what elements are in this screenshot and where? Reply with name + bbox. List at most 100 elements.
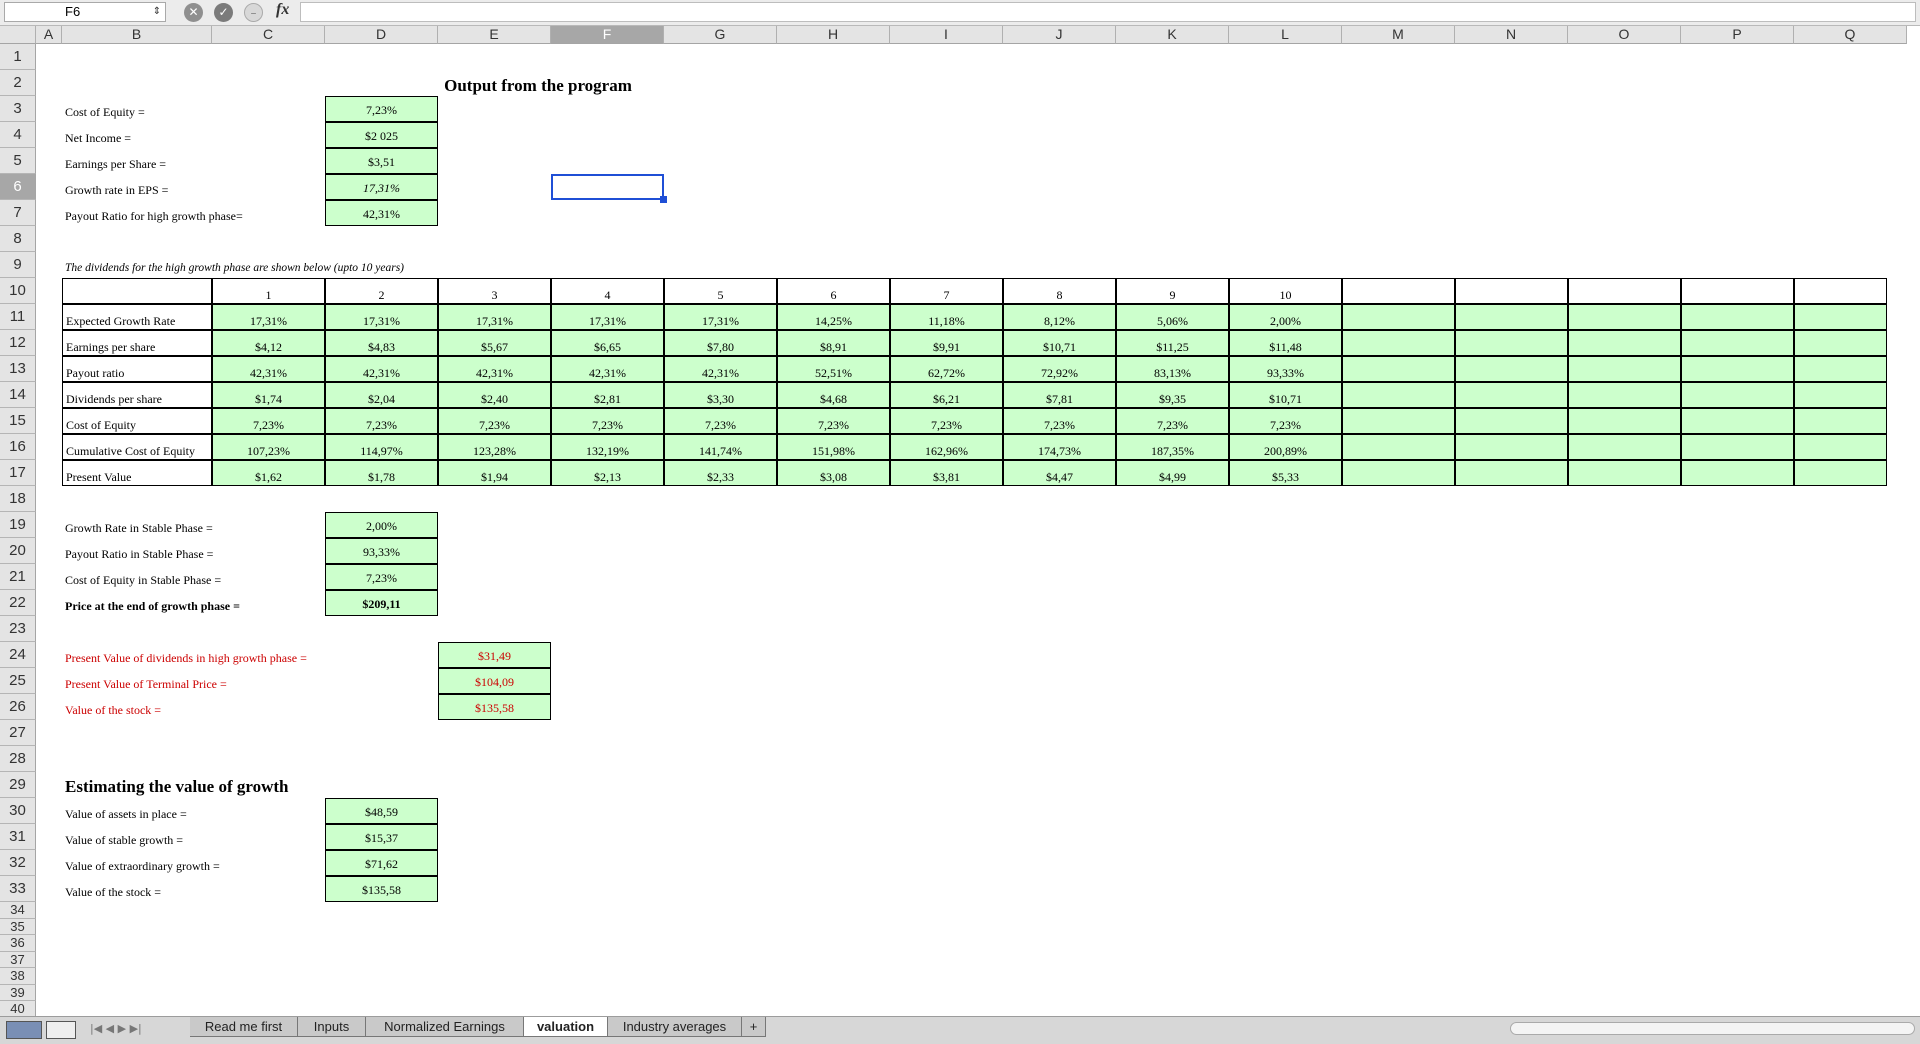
row-header-28[interactable]: 28 — [0, 746, 36, 772]
empty-green-cell[interactable] — [1794, 382, 1887, 408]
row-header-37[interactable]: 37 — [0, 951, 36, 968]
empty-green-cell[interactable] — [1342, 356, 1455, 382]
empty-green-cell[interactable] — [1794, 434, 1887, 460]
column-header-m[interactable]: M — [1342, 26, 1455, 44]
table-value-cell[interactable]: $7,81 — [1003, 382, 1116, 408]
row-header-38[interactable]: 38 — [0, 968, 36, 985]
empty-green-cell[interactable] — [1681, 460, 1794, 486]
row-header-34[interactable]: 34 — [0, 902, 36, 919]
table-value-cell[interactable]: 7,23% — [890, 408, 1003, 434]
empty-green-cell[interactable] — [1794, 304, 1887, 330]
table-value-cell[interactable]: 2,00% — [1229, 304, 1342, 330]
empty-green-cell[interactable] — [1455, 408, 1568, 434]
table-value-cell[interactable]: 7,23% — [325, 408, 438, 434]
column-header-d[interactable]: D — [325, 26, 438, 44]
row-header-14[interactable]: 14 — [0, 382, 36, 408]
table-value-cell[interactable]: 17,31% — [212, 304, 325, 330]
empty-green-cell[interactable] — [1455, 304, 1568, 330]
table-value-cell[interactable]: $2,81 — [551, 382, 664, 408]
table-value-cell[interactable]: $3,81 — [890, 460, 1003, 486]
sheet-tab-valuation[interactable]: valuation — [524, 1017, 608, 1037]
column-header-e[interactable]: E — [438, 26, 551, 44]
row-header-25[interactable]: 25 — [0, 668, 36, 694]
empty-green-cell[interactable] — [1681, 330, 1794, 356]
table-value-cell[interactable]: $4,12 — [212, 330, 325, 356]
stable-value-cell[interactable]: 93,33% — [325, 538, 438, 564]
empty-green-cell[interactable] — [1794, 356, 1887, 382]
table-value-cell[interactable]: $10,71 — [1229, 382, 1342, 408]
add-sheet-button[interactable]: + — [742, 1017, 766, 1037]
table-value-cell[interactable]: $4,99 — [1116, 460, 1229, 486]
table-value-cell[interactable]: $1,78 — [325, 460, 438, 486]
table-value-cell[interactable]: 7,23% — [1116, 408, 1229, 434]
row-header-23[interactable]: 23 — [0, 616, 36, 642]
table-value-cell[interactable]: $9,91 — [890, 330, 1003, 356]
empty-header-cell[interactable] — [1794, 278, 1887, 304]
table-value-cell[interactable]: $4,68 — [777, 382, 890, 408]
sheet-tab-read-me-first[interactable]: Read me first — [190, 1017, 298, 1037]
row-header-7[interactable]: 7 — [0, 200, 36, 226]
empty-green-cell[interactable] — [1568, 330, 1681, 356]
table-value-cell[interactable]: 7,23% — [1229, 408, 1342, 434]
row-header-27[interactable]: 27 — [0, 720, 36, 746]
row-header-17[interactable]: 17 — [0, 460, 36, 486]
empty-green-cell[interactable] — [1342, 434, 1455, 460]
formula-input[interactable] — [300, 2, 1916, 22]
table-value-cell[interactable]: $1,74 — [212, 382, 325, 408]
column-header-f[interactable]: F — [551, 26, 664, 44]
table-value-cell[interactable]: 42,31% — [664, 356, 777, 382]
row-header-22[interactable]: 22 — [0, 590, 36, 616]
table-value-cell[interactable]: 42,31% — [212, 356, 325, 382]
table-value-cell[interactable]: $1,62 — [212, 460, 325, 486]
table-value-cell[interactable]: 162,96% — [890, 434, 1003, 460]
row-header-30[interactable]: 30 — [0, 798, 36, 824]
row-header-8[interactable]: 8 — [0, 226, 36, 252]
row-header-11[interactable]: 11 — [0, 304, 36, 330]
column-header-l[interactable]: L — [1229, 26, 1342, 44]
row-header-16[interactable]: 16 — [0, 434, 36, 460]
input-value-cell[interactable]: $3,51 — [325, 148, 438, 174]
column-header-i[interactable]: I — [890, 26, 1003, 44]
empty-green-cell[interactable] — [1568, 382, 1681, 408]
row-header-19[interactable]: 19 — [0, 512, 36, 538]
table-value-cell[interactable]: 7,23% — [777, 408, 890, 434]
table-value-cell[interactable]: $4,83 — [325, 330, 438, 356]
table-value-cell[interactable]: 7,23% — [212, 408, 325, 434]
function-circle-icon[interactable]: – — [244, 3, 263, 22]
empty-green-cell[interactable] — [1794, 460, 1887, 486]
table-value-cell[interactable]: 7,23% — [664, 408, 777, 434]
name-box-arrows-icon[interactable]: ⇕ — [150, 4, 164, 20]
row-header-5[interactable]: 5 — [0, 148, 36, 174]
row-header-33[interactable]: 33 — [0, 876, 36, 902]
empty-header-cell[interactable] — [1568, 278, 1681, 304]
valuation-value-cell[interactable]: $104,09 — [438, 668, 551, 694]
fill-handle[interactable] — [660, 196, 667, 203]
column-header-a[interactable]: A — [36, 26, 62, 44]
horizontal-scrollbar[interactable] — [1510, 1022, 1915, 1035]
table-value-cell[interactable]: 11,18% — [890, 304, 1003, 330]
empty-green-cell[interactable] — [1568, 408, 1681, 434]
table-value-cell[interactable]: $11,48 — [1229, 330, 1342, 356]
stable-value-cell[interactable]: 2,00% — [325, 512, 438, 538]
table-value-cell[interactable]: $6,21 — [890, 382, 1003, 408]
table-value-cell[interactable]: $2,40 — [438, 382, 551, 408]
row-header-9[interactable]: 9 — [0, 252, 36, 278]
table-value-cell[interactable]: 5,06% — [1116, 304, 1229, 330]
table-value-cell[interactable]: $10,71 — [1003, 330, 1116, 356]
empty-green-cell[interactable] — [1455, 434, 1568, 460]
table-value-cell[interactable]: 200,89% — [1229, 434, 1342, 460]
row-header-29[interactable]: 29 — [0, 772, 36, 798]
growth-value-cell[interactable]: $135,58 — [325, 876, 438, 902]
table-value-cell[interactable]: 17,31% — [551, 304, 664, 330]
empty-green-cell[interactable] — [1568, 356, 1681, 382]
table-value-cell[interactable]: 7,23% — [438, 408, 551, 434]
table-value-cell[interactable]: 72,92% — [1003, 356, 1116, 382]
row-header-6[interactable]: 6 — [0, 174, 36, 200]
empty-green-cell[interactable] — [1342, 304, 1455, 330]
table-value-cell[interactable]: $4,47 — [1003, 460, 1116, 486]
row-header-2[interactable]: 2 — [0, 70, 36, 96]
table-value-cell[interactable]: 151,98% — [777, 434, 890, 460]
table-value-cell[interactable]: $2,04 — [325, 382, 438, 408]
empty-green-cell[interactable] — [1794, 330, 1887, 356]
name-box[interactable]: F6 — [4, 2, 166, 22]
